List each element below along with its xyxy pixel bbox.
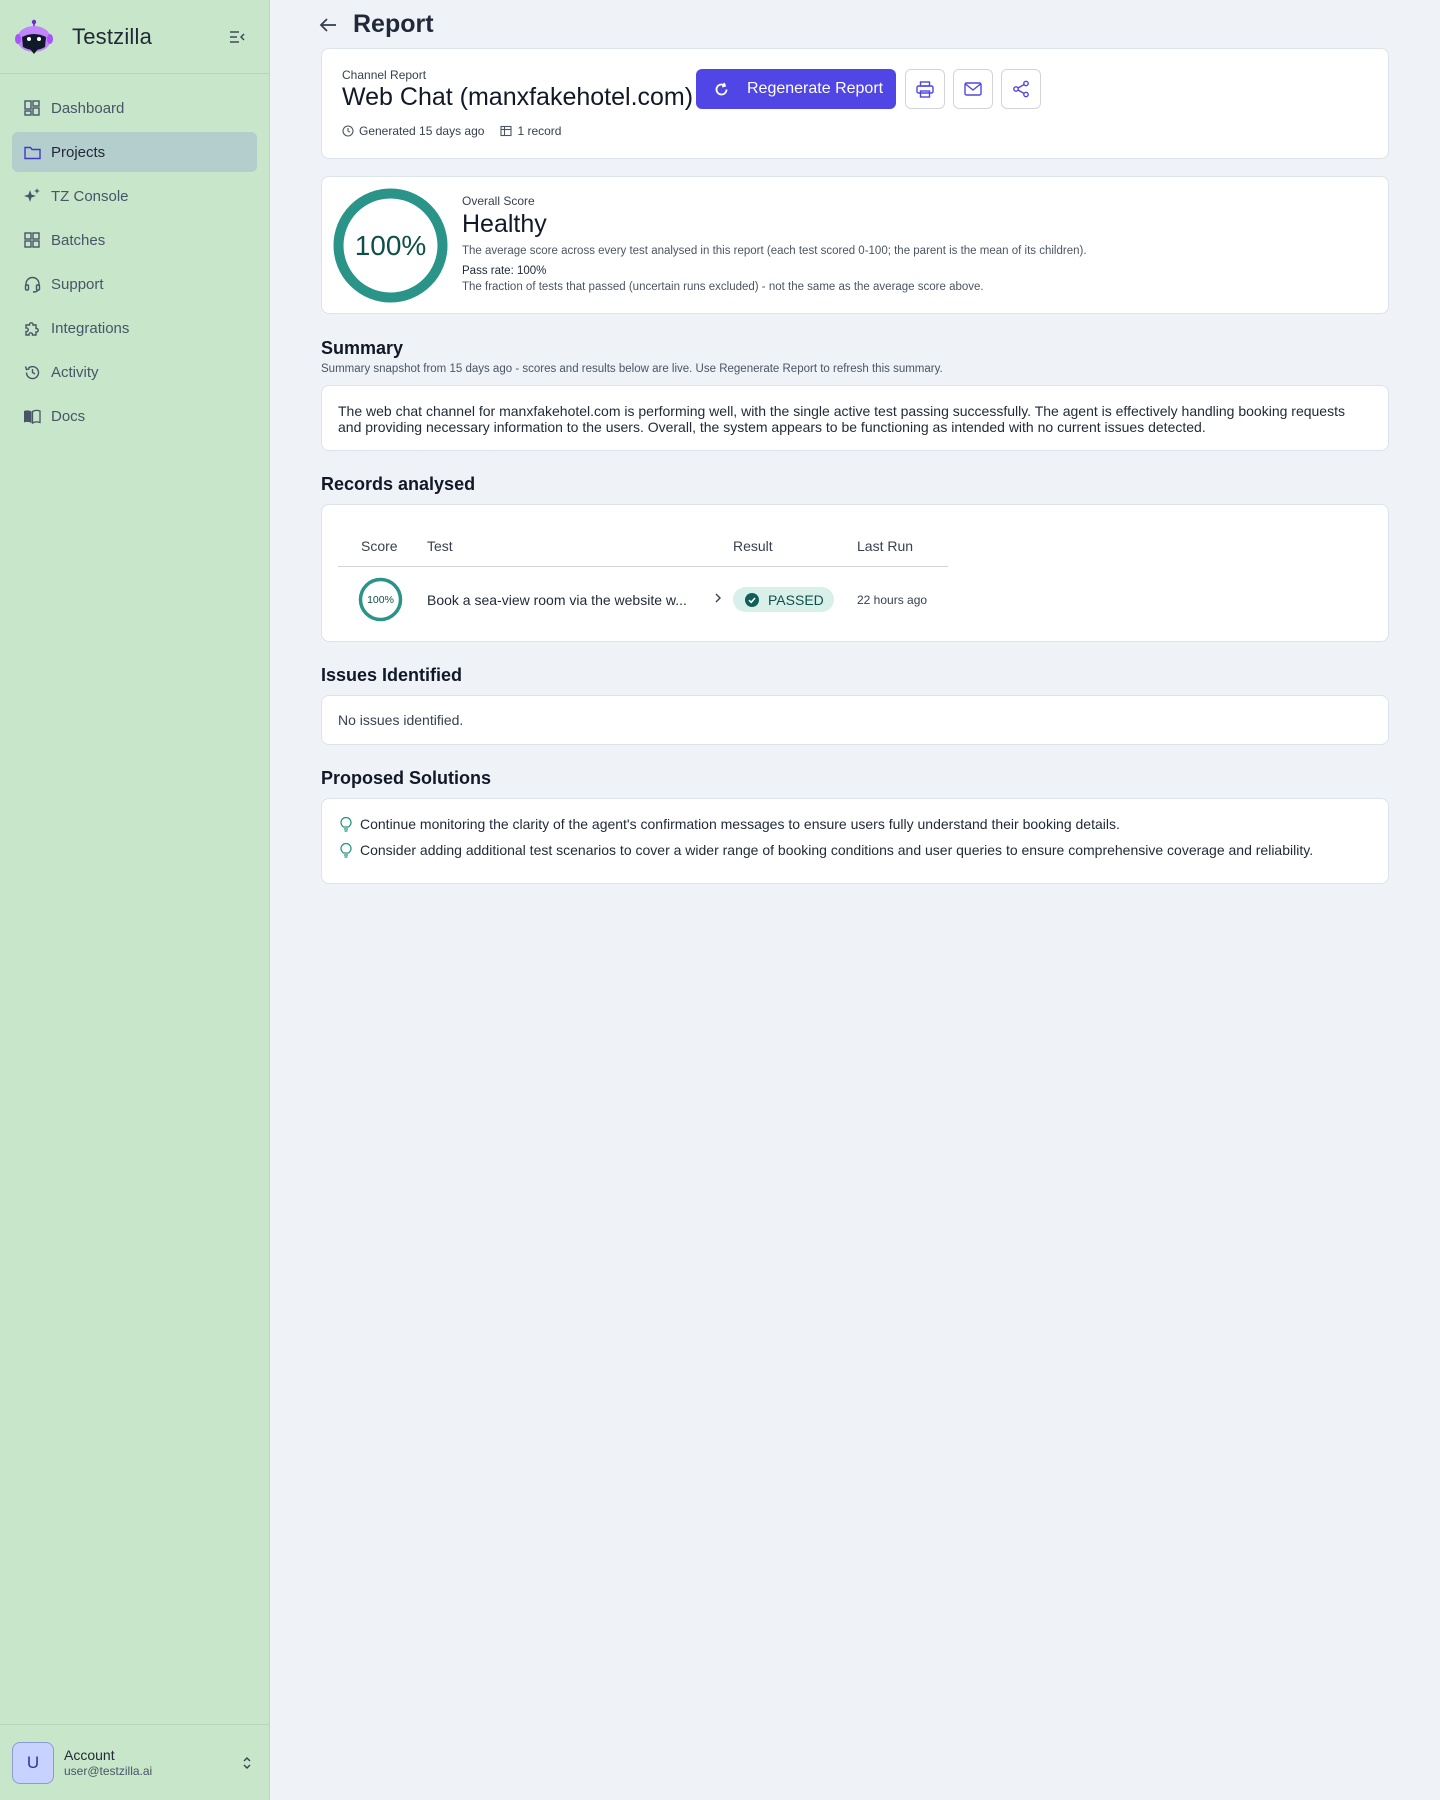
- share-button[interactable]: [1001, 69, 1041, 109]
- app-name: Testzilla: [72, 23, 153, 49]
- sidebar: Testzilla Dashboard Projects TZ Console: [0, 0, 270, 1800]
- overall-score-card: 100% Overall Score Healthy The average s…: [321, 176, 1389, 314]
- sidebar-item-label: Dashboard: [51, 99, 125, 117]
- issues-text: No issues identified.: [338, 712, 464, 728]
- report-header-card: Channel Report Web Chat (manxfakehotel.c…: [321, 48, 1389, 159]
- solutions-card: Continue monitoring the clarity of the a…: [321, 798, 1389, 884]
- folder-icon: [23, 143, 41, 161]
- puzzle-icon: [23, 319, 41, 337]
- sidebar-item-tz-console[interactable]: TZ Console: [12, 176, 257, 216]
- account-menu[interactable]: U Account user@testzilla.ai: [0, 1724, 270, 1800]
- regenerate-report-button[interactable]: Regenerate Report: [696, 69, 896, 109]
- pass-rate: Pass rate: 100%: [462, 265, 547, 277]
- account-info: Account user@testzilla.ai: [64, 1747, 152, 1778]
- table-header: Score Test Result Last Run: [338, 521, 948, 567]
- status-text: PASSED: [768, 591, 824, 608]
- history-icon: [23, 363, 41, 381]
- collapse-sidebar-icon: [230, 30, 245, 43]
- grid-icon: [23, 231, 41, 249]
- regenerate-label: Regenerate Report: [747, 80, 884, 97]
- summary-text: The web chat channel for manxfakehotel.c…: [338, 403, 1345, 435]
- sidebar-item-label: Integrations: [51, 319, 130, 337]
- headset-icon: [23, 275, 41, 293]
- column-header-test: Test: [427, 538, 453, 554]
- lightbulb-icon: [340, 816, 352, 832]
- status-badge: PASSED: [733, 587, 834, 612]
- sidebar-item-label: Support: [51, 275, 104, 293]
- records-card: Score Test Result Last Run 100% Book a s…: [321, 504, 1389, 642]
- clock-icon: [342, 125, 354, 137]
- generated-text: Generated 15 days ago: [359, 124, 485, 138]
- records-table: Score Test Result Last Run 100% Book a s…: [338, 521, 948, 629]
- sidebar-item-label: Docs: [51, 407, 86, 425]
- sparkles-icon: [23, 187, 41, 205]
- dashboard-icon: [23, 99, 41, 117]
- score-description: The average score across every test anal…: [462, 245, 1087, 257]
- account-name: Account: [64, 1747, 115, 1763]
- check-circle-icon: [745, 592, 759, 607]
- printer-icon: [916, 80, 934, 98]
- table-icon: [500, 125, 512, 137]
- arrow-left-icon: [319, 17, 336, 32]
- chevron-updown-icon: [243, 1756, 251, 1769]
- sidebar-item-batches[interactable]: Batches: [12, 220, 257, 260]
- report-meta: Generated 15 days ago 1 record: [342, 124, 577, 138]
- score-label: Overall Score: [462, 194, 535, 208]
- row-test-name[interactable]: Book a sea-view room via the website w..…: [427, 592, 687, 608]
- records-heading: Records analysed: [321, 474, 476, 494]
- generated-meta: Generated 15 days ago: [342, 124, 484, 138]
- sidebar-item-label: Batches: [51, 231, 106, 249]
- sidebar-item-dashboard[interactable]: Dashboard: [12, 88, 257, 128]
- row-score: 100%: [367, 593, 394, 606]
- sidebar-item-docs[interactable]: Docs: [12, 396, 257, 436]
- refresh-icon: [715, 82, 728, 95]
- sidebar-item-label: Activity: [51, 363, 99, 381]
- summary-subtitle: Summary snapshot from 15 days ago - scor…: [321, 363, 943, 375]
- summary-card: The web chat channel for manxfakehotel.c…: [321, 385, 1389, 451]
- pass-rate-description: The fraction of tests that passed (uncer…: [462, 281, 984, 293]
- account-email: user@testzilla.ai: [64, 1764, 153, 1778]
- sidebar-nav: Dashboard Projects TZ Console Batches Su…: [0, 74, 269, 436]
- column-header-score: Score: [361, 538, 398, 554]
- table-row[interactable]: 100% Book a sea-view room via the websit…: [338, 567, 948, 629]
- print-button[interactable]: [905, 69, 945, 109]
- sidebar-item-projects[interactable]: Projects: [12, 132, 257, 172]
- solution-item: Consider adding additional test scenario…: [340, 842, 1388, 858]
- sidebar-item-integrations[interactable]: Integrations: [12, 308, 257, 348]
- mail-icon: [964, 82, 982, 96]
- score-status: Healthy: [462, 210, 547, 238]
- sidebar-item-label: TZ Console: [51, 187, 129, 205]
- avatar: U: [12, 1741, 54, 1784]
- share-icon: [1013, 80, 1029, 98]
- row-last-run: 22 hours ago: [857, 593, 928, 607]
- chevron-right-icon[interactable]: [714, 592, 722, 604]
- records-count: 1 record: [517, 124, 562, 138]
- collapse-sidebar-button[interactable]: [225, 25, 249, 49]
- testzilla-logo[interactable]: [14, 17, 54, 57]
- column-header-result: Result: [733, 538, 773, 554]
- solution-text: Consider adding additional test scenario…: [360, 842, 1314, 858]
- summary-heading: Summary: [321, 338, 404, 358]
- email-button[interactable]: [953, 69, 993, 109]
- solutions-heading: Proposed Solutions: [321, 768, 492, 788]
- sidebar-item-support[interactable]: Support: [12, 264, 257, 304]
- back-button[interactable]: [319, 14, 341, 36]
- sidebar-item-label: Projects: [51, 143, 106, 161]
- brand-header: Testzilla: [0, 0, 269, 74]
- book-icon: [23, 407, 41, 425]
- records-meta: 1 record: [500, 124, 561, 138]
- page-header: Report: [319, 10, 434, 39]
- score-value: 100%: [354, 229, 427, 261]
- issues-card: No issues identified.: [321, 695, 1389, 745]
- issues-heading: Issues Identified: [321, 665, 463, 685]
- sidebar-item-activity[interactable]: Activity: [12, 352, 257, 392]
- column-header-last-run: Last Run: [857, 538, 914, 554]
- report-title: Web Chat (manxfakehotel.com): [342, 83, 694, 111]
- report-type-label: Channel Report: [342, 68, 427, 82]
- solution-text: Continue monitoring the clarity of the a…: [360, 816, 1120, 832]
- lightbulb-icon: [340, 842, 352, 858]
- page-title: Report: [353, 10, 434, 38]
- solution-item: Continue monitoring the clarity of the a…: [340, 816, 1388, 832]
